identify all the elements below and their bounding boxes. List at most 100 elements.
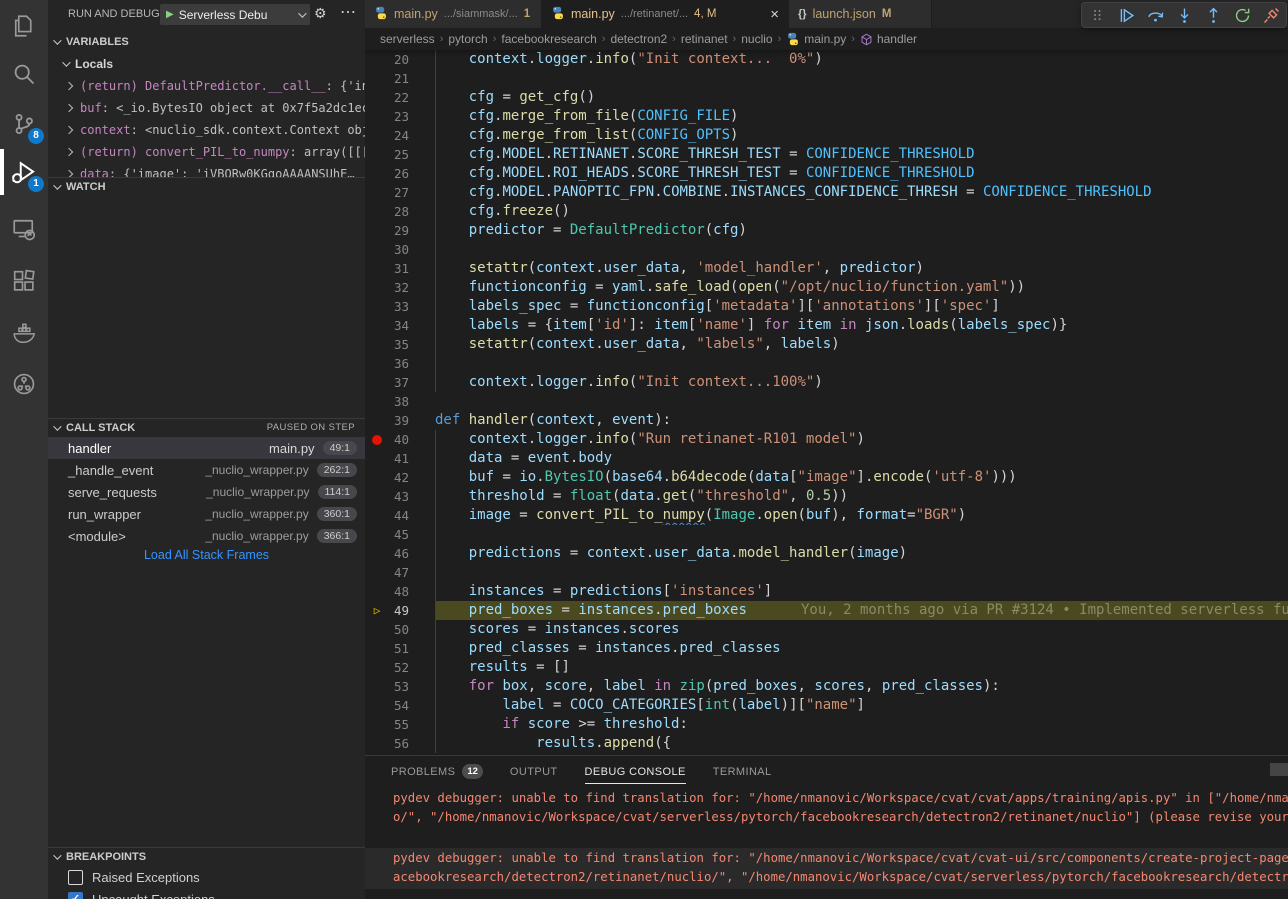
breakpoint-gutter[interactable] bbox=[365, 563, 389, 582]
call-stack-section-header[interactable]: CALL STACK PAUSED ON STEP bbox=[48, 418, 365, 436]
breakpoint-gutter[interactable] bbox=[365, 734, 389, 753]
callstack-frame[interactable]: serve_requests_nuclio_wrapper.py114:1 bbox=[48, 481, 365, 503]
tab-main-py[interactable]: main.py.../siammask/...1 bbox=[365, 0, 542, 28]
code-text[interactable]: cfg.merge_from_file(CONFIG_FILE) bbox=[435, 107, 1288, 126]
breadcrumb-item[interactable]: facebookresearch bbox=[501, 32, 596, 46]
breakpoint-gutter[interactable] bbox=[365, 525, 389, 544]
breakpoint-gutter[interactable] bbox=[365, 639, 389, 658]
breakpoint-gutter[interactable] bbox=[365, 620, 389, 639]
breakpoint-gutter[interactable] bbox=[365, 202, 389, 221]
more-actions-icon[interactable]: ⋯ bbox=[340, 2, 356, 22]
breakpoint-gutter[interactable] bbox=[365, 50, 389, 69]
breakpoint-gutter[interactable] bbox=[365, 126, 389, 145]
breadcrumb-item[interactable]: nuclio bbox=[741, 32, 772, 46]
breadcrumb-item[interactable]: handler bbox=[860, 32, 917, 46]
code-text[interactable]: scores = instances.scores bbox=[435, 620, 1288, 639]
code-text[interactable]: buf = io.BytesIO(base64.b64decode(data["… bbox=[435, 468, 1288, 487]
breakpoint-gutter[interactable]: ▷ bbox=[365, 601, 389, 620]
code-text[interactable]: cfg.merge_from_list(CONFIG_OPTS) bbox=[435, 126, 1288, 145]
code-text[interactable]: predictions = context.user_data.model_ha… bbox=[435, 544, 1288, 563]
code-text[interactable]: context.logger.info("Run retinanet-R101 … bbox=[435, 430, 1288, 449]
breakpoint-gutter[interactable] bbox=[365, 696, 389, 715]
breakpoint-gutter[interactable] bbox=[365, 297, 389, 316]
code-text[interactable] bbox=[435, 525, 1288, 544]
breakpoint-gutter[interactable] bbox=[365, 107, 389, 126]
breakpoint-gutter[interactable] bbox=[365, 316, 389, 335]
code-text[interactable]: cfg = get_cfg() bbox=[435, 88, 1288, 107]
breakpoint-gutter[interactable] bbox=[365, 145, 389, 164]
code-text[interactable]: instances = predictions['instances'] bbox=[435, 582, 1288, 601]
toolbar-drag-grip[interactable] bbox=[1086, 4, 1108, 26]
start-debug-icon[interactable]: ▶ bbox=[166, 9, 174, 20]
step-over-icon[interactable] bbox=[1144, 4, 1166, 26]
code-text[interactable]: if score >= threshold: bbox=[435, 715, 1288, 734]
breakpoint-gutter[interactable] bbox=[365, 506, 389, 525]
activity-remote-explorer[interactable] bbox=[0, 205, 48, 253]
tab-main-py[interactable]: main.py.../retinanet/...4, M× bbox=[542, 0, 789, 28]
breakpoint-gutter[interactable] bbox=[365, 278, 389, 297]
code-text[interactable]: setattr(context.user_data, 'model_handle… bbox=[435, 259, 1288, 278]
code-text[interactable]: cfg.MODEL.ROI_HEADS.SCORE_THRESH_TEST = … bbox=[435, 164, 1288, 183]
code-editor[interactable]: 20 context.logger.info("Init context... … bbox=[365, 50, 1288, 755]
code-text[interactable]: for box, score, label in zip(pred_boxes,… bbox=[435, 677, 1288, 696]
breakpoint-gutter[interactable] bbox=[365, 259, 389, 278]
panel-tab-problems[interactable]: PROBLEMS12 bbox=[391, 756, 483, 787]
code-text[interactable]: labels_spec = functionconfig['metadata']… bbox=[435, 297, 1288, 316]
breadcrumb-item[interactable]: detectron2 bbox=[610, 32, 667, 46]
breakpoint-gutter[interactable] bbox=[365, 582, 389, 601]
callstack-frame[interactable]: handlermain.py49:1 bbox=[48, 437, 365, 459]
continue-icon[interactable] bbox=[1115, 4, 1137, 26]
breakpoint-gutter[interactable] bbox=[365, 373, 389, 392]
step-out-icon[interactable] bbox=[1202, 4, 1224, 26]
activity-search[interactable] bbox=[0, 50, 48, 98]
unchecked-checkbox[interactable] bbox=[68, 870, 83, 885]
breadcrumb-item[interactable]: pytorch bbox=[448, 32, 487, 46]
breakpoint-row[interactable]: ✓Uncaught Exceptions bbox=[48, 888, 365, 899]
breakpoint-gutter[interactable] bbox=[365, 88, 389, 107]
variable-row[interactable]: buf: <_io.BytesIO object at 0x7f5a2dc1ec… bbox=[48, 97, 365, 119]
code-text[interactable]: cfg.MODEL.RETINANET.SCORE_THRESH_TEST = … bbox=[435, 145, 1288, 164]
activity-docker[interactable] bbox=[0, 309, 48, 357]
code-text[interactable]: threshold = float(data.get("threshold", … bbox=[435, 487, 1288, 506]
debug-config-dropdown[interactable]: ▶ Serverless Debu bbox=[160, 4, 310, 25]
tab-launch-json[interactable]: {}launch.jsonM bbox=[789, 0, 932, 28]
callstack-frame[interactable]: run_wrapper_nuclio_wrapper.py360:1 bbox=[48, 503, 365, 525]
code-text[interactable]: labels = {item['id']: item['name'] for i… bbox=[435, 316, 1288, 335]
code-text[interactable]: predictor = DefaultPredictor(cfg) bbox=[435, 221, 1288, 240]
activity-run-and-debug[interactable]: 1 bbox=[0, 148, 48, 196]
breakpoint-icon[interactable] bbox=[372, 435, 382, 445]
code-text[interactable]: pred_classes = instances.pred_classes bbox=[435, 639, 1288, 658]
breakpoint-gutter[interactable] bbox=[365, 677, 389, 696]
variables-section-header[interactable]: VARIABLES bbox=[48, 33, 365, 51]
step-into-icon[interactable] bbox=[1173, 4, 1195, 26]
panel-scrollbar[interactable] bbox=[1270, 763, 1288, 776]
activity-explorer[interactable] bbox=[0, 2, 48, 50]
code-text[interactable]: context.logger.info("Init context...100%… bbox=[435, 373, 1288, 392]
variable-row[interactable]: (return) DefaultPredictor.__call__: {'in… bbox=[48, 75, 365, 97]
breakpoint-gutter[interactable] bbox=[365, 354, 389, 373]
variable-row[interactable]: (return) convert_PIL_to_numpy: array([[[… bbox=[48, 141, 365, 163]
breakpoint-gutter[interactable] bbox=[365, 221, 389, 240]
panel-tab-debug-console[interactable]: DEBUG CONSOLE bbox=[585, 756, 686, 787]
breakpoint-gutter[interactable] bbox=[365, 468, 389, 487]
breakpoint-gutter[interactable] bbox=[365, 69, 389, 88]
breakpoint-gutter[interactable] bbox=[365, 487, 389, 506]
code-text[interactable]: data = event.body bbox=[435, 449, 1288, 468]
code-text[interactable] bbox=[435, 563, 1288, 582]
breadcrumb-item[interactable]: serverless bbox=[380, 32, 435, 46]
panel-tab-terminal[interactable]: TERMINAL bbox=[713, 756, 772, 787]
variable-row[interactable]: data: {'image': 'iVBORw0KGgoAAAANSUhE… bbox=[48, 163, 365, 177]
activity-git-graph[interactable] bbox=[0, 360, 48, 408]
activity-source-control[interactable]: 8 bbox=[0, 100, 48, 148]
breakpoint-gutter[interactable] bbox=[365, 411, 389, 430]
code-text[interactable]: setattr(context.user_data, "labels", lab… bbox=[435, 335, 1288, 354]
locals-scope-row[interactable]: Locals bbox=[62, 54, 113, 74]
checked-checkbox[interactable]: ✓ bbox=[68, 892, 83, 899]
breakpoint-gutter[interactable] bbox=[365, 335, 389, 354]
breakpoint-gutter[interactable] bbox=[365, 183, 389, 202]
breakpoint-gutter[interactable] bbox=[365, 658, 389, 677]
code-text[interactable]: results = [] bbox=[435, 658, 1288, 677]
code-text[interactable]: results.append({ bbox=[435, 734, 1288, 753]
code-text[interactable]: context.logger.info("Init context... 0%"… bbox=[435, 50, 1288, 69]
breakpoint-row[interactable]: Raised Exceptions bbox=[48, 866, 365, 888]
